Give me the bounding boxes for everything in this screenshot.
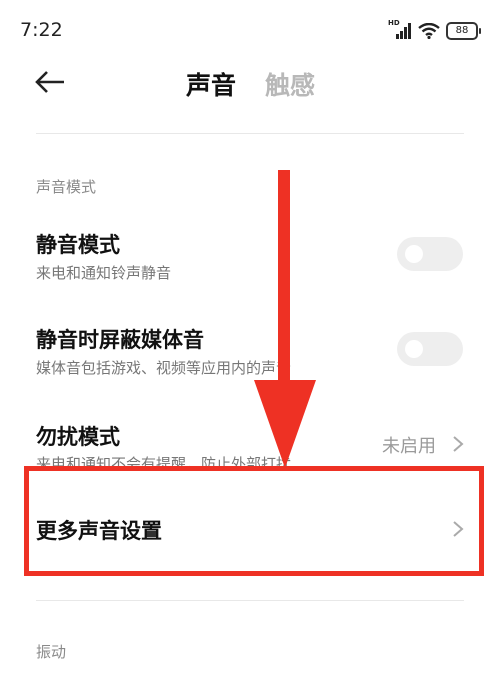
chevron-right-icon [453, 436, 464, 452]
setting-title: 静音时屏蔽媒体音 [36, 328, 204, 352]
status-bar: 7:22 HD 88 [0, 0, 500, 60]
page-header: 声音 触感 [0, 60, 500, 120]
tab-sound[interactable]: 声音 [186, 66, 236, 102]
back-arrow-icon[interactable] [34, 68, 66, 96]
toggle-knob [405, 340, 423, 358]
setting-title: 静音模式 [36, 233, 120, 257]
divider [36, 600, 464, 601]
battery-icon: 88 [446, 22, 481, 40]
section-label-vibration: 振动 [36, 643, 67, 661]
mute-media-toggle[interactable] [397, 332, 463, 366]
red-arrow-annotation [254, 170, 316, 468]
wifi-icon [418, 23, 440, 39]
battery-level: 88 [455, 25, 469, 36]
status-icons: HD 88 [388, 19, 481, 40]
section-label-sound-mode: 声音模式 [36, 178, 97, 196]
setting-value: 未启用 [382, 436, 436, 457]
toggle-knob [405, 245, 423, 263]
divider [36, 133, 464, 134]
highlight-box [24, 466, 484, 576]
hd-label: HD [388, 19, 400, 27]
signal-icon: HD [388, 19, 412, 39]
setting-subtitle: 来电和通知铃声静音 [36, 264, 172, 282]
silent-mode-toggle[interactable] [397, 237, 463, 271]
status-time: 7:22 [20, 19, 63, 41]
tab-haptic[interactable]: 触感 [265, 66, 315, 102]
setting-title: 勿扰模式 [36, 425, 120, 449]
